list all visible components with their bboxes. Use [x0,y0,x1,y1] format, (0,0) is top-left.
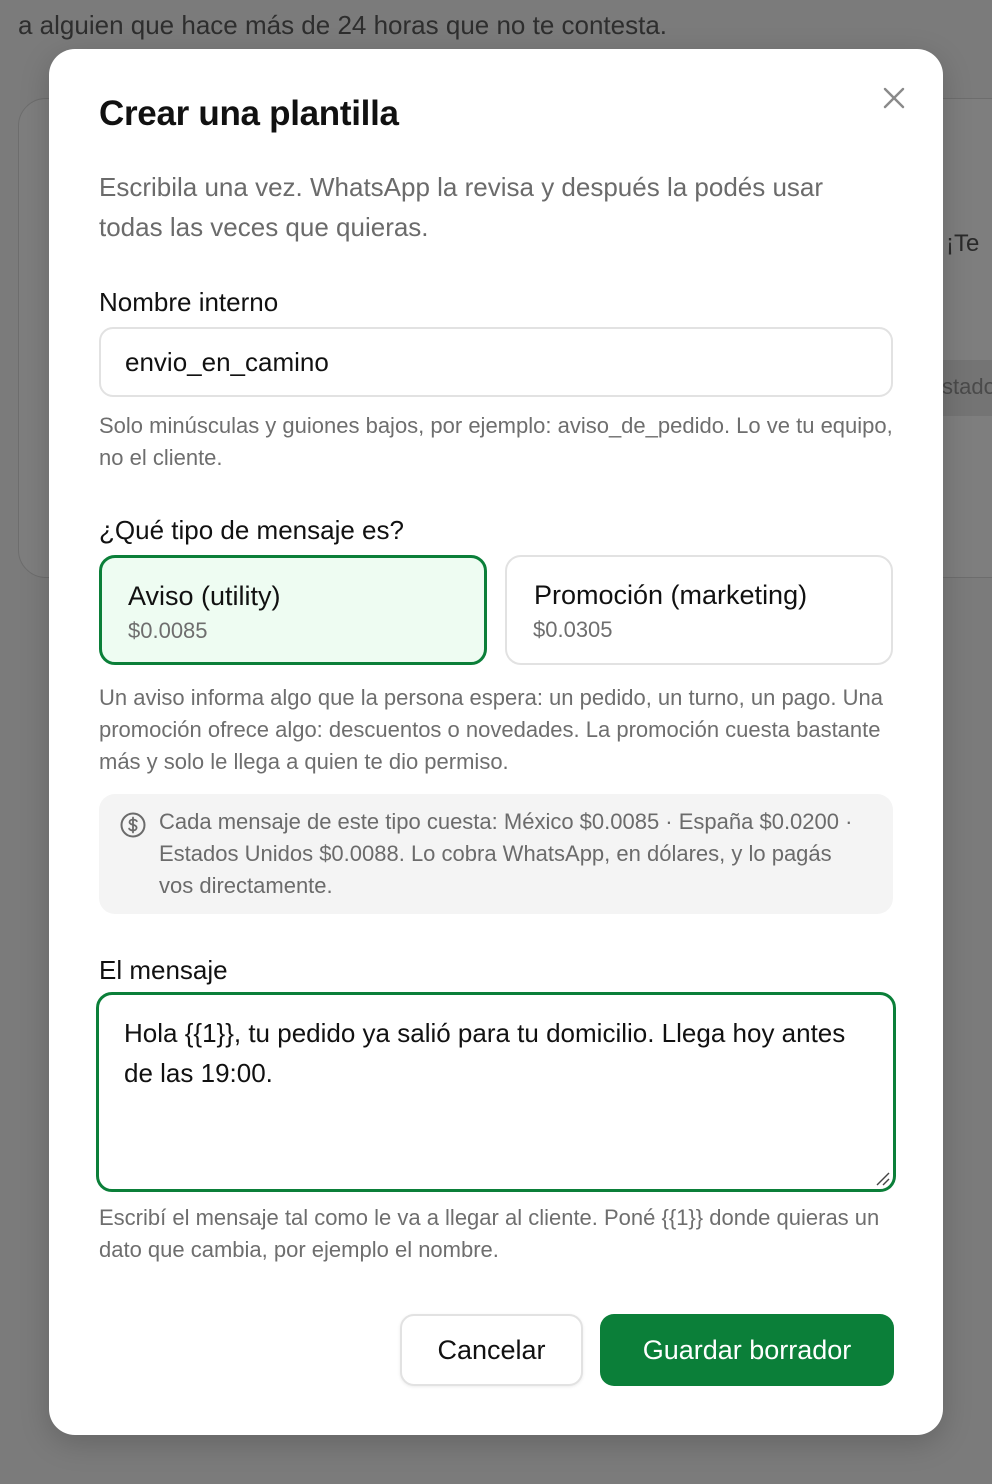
type-option-name: Aviso (utility) [128,581,281,611]
close-button[interactable] [877,81,911,115]
name-input[interactable] [99,327,893,397]
type-field-hint: Un aviso informa algo que la persona esp… [99,685,883,774]
dialog-subtitle: Escribila una vez. WhatsApp la revisa y … [99,172,824,242]
create-template-dialog: Crear una plantilla Escribila una vez. W… [49,49,943,1435]
save-draft-button[interactable]: Guardar borrador [600,1314,894,1386]
resize-grip-icon[interactable] [873,1169,891,1187]
background-snippet: ¡Te [946,230,980,257]
message-field-hint: Escribí el mensaje tal como le va a lleg… [99,1205,880,1262]
price-info-text: Cada mensaje de este tipo cuesta: México… [159,809,853,898]
type-option-price: $0.0085 [128,618,208,643]
type-option-price: $0.0305 [533,617,613,642]
dialog-title: Crear una plantilla [99,94,399,133]
price-info-box: Cada mensaje de este tipo cuesta: México… [99,794,893,914]
type-option-name: Promoción (marketing) [534,580,808,610]
name-field-label: Nombre interno [99,287,279,317]
dollar-circle-icon [120,812,146,838]
type-option-utility[interactable]: Aviso (utility) $0.0085 [99,555,487,665]
type-option-marketing[interactable]: Promoción (marketing) $0.0305 [505,555,893,665]
background-text: a alguien que hace más de 24 horas que n… [18,10,668,40]
cancel-button[interactable]: Cancelar [400,1314,583,1386]
message-textarea[interactable]: Hola {{1}}, tu pedido ya salió para tu d… [96,992,896,1192]
type-field-label: ¿Qué tipo de mensaje es? [99,515,404,545]
name-field-hint: Solo minúsculas y guiones bajos, por eje… [99,413,893,470]
background-snippet-status: stado [942,374,992,399]
close-icon [883,87,905,109]
message-field-label: El mensaje [99,955,228,985]
